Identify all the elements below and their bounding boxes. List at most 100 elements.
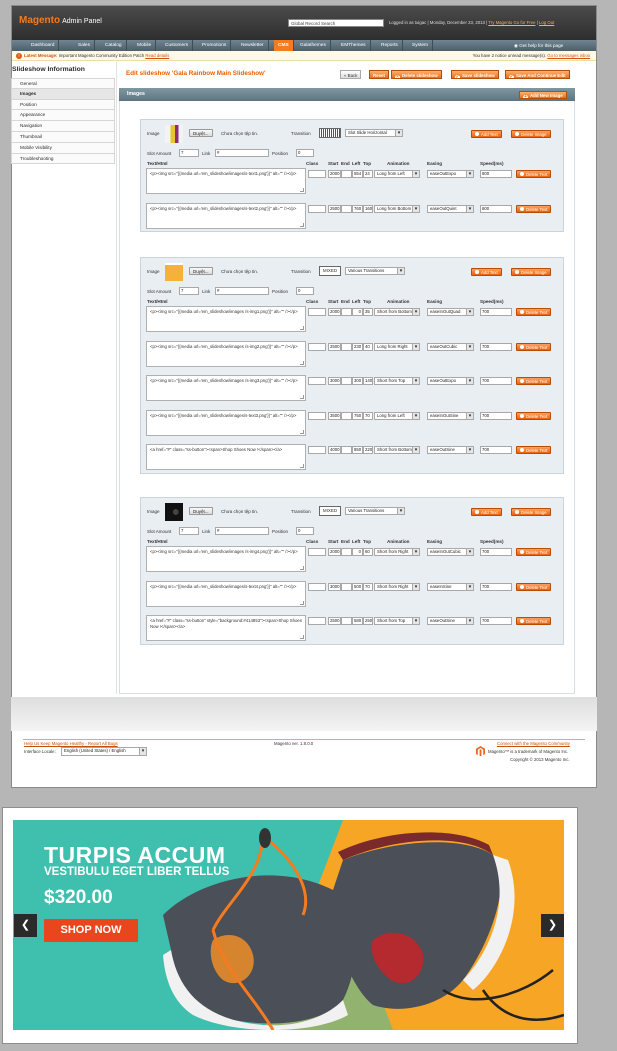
left-input[interactable]: 850 [352, 446, 363, 454]
end-input[interactable] [341, 582, 352, 591]
top-input[interactable]: 24 [363, 170, 373, 178]
text-html-input[interactable]: <p><img src="{{media url='em_slideshow/i… [146, 202, 306, 229]
nav-item[interactable]: EMThemes [337, 40, 371, 51]
delete-text-button[interactable]: Delete Text [516, 548, 552, 556]
transition-select[interactable]: Slot Slide Horizontal [345, 129, 403, 137]
sidebar-item[interactable]: Images [11, 88, 115, 100]
animation-select[interactable]: Short from Bottom [374, 308, 420, 316]
delete-image-button[interactable]: Delete Image [511, 130, 551, 138]
end-input[interactable] [341, 617, 352, 625]
class-input[interactable] [308, 204, 326, 213]
delete-text-button[interactable]: Delete Text [516, 446, 552, 454]
easing-select[interactable]: easeOutExpo [427, 170, 474, 178]
delete-text-button[interactable]: Delete Text [516, 582, 552, 591]
speed-input[interactable]: 700 [480, 411, 512, 420]
start-input[interactable]: 2500 [328, 617, 341, 625]
end-input[interactable] [341, 308, 352, 316]
top-input[interactable]: 70 [363, 582, 373, 591]
nav-item[interactable]: System [408, 40, 433, 51]
slot-amount-input[interactable]: 7 [179, 527, 199, 535]
start-input[interactable]: 2000 [328, 548, 341, 556]
slot-amount-input[interactable]: 7 [179, 149, 199, 157]
text-html-input[interactable]: <a href="#" class="ss-button"><span>Shop… [146, 444, 306, 470]
nav-item[interactable]: Reports [377, 40, 403, 51]
text-html-input[interactable]: <p><img src="{{media url='em_slideshow/i… [146, 306, 306, 332]
start-input[interactable]: 2500 [328, 342, 341, 351]
left-input[interactable]: 0 [352, 548, 363, 556]
animation-select[interactable]: Short from Bottom [374, 446, 420, 454]
left-input[interactable]: 0 [352, 308, 363, 316]
delete-image-button[interactable]: Delete Image [511, 268, 551, 276]
end-input[interactable] [341, 377, 352, 385]
nav-item[interactable]: Customers [161, 40, 194, 51]
help-link[interactable]: ◉ Get help for this page [514, 43, 563, 49]
link-input[interactable]: # [215, 287, 269, 295]
sidebar-item[interactable]: Navigation [11, 121, 115, 132]
easing-select[interactable]: easeInOutCubic [427, 548, 474, 556]
top-input[interactable]: 140 [363, 377, 373, 385]
nav-item[interactable]: Newsletter [237, 40, 269, 51]
end-input[interactable] [341, 411, 352, 420]
text-html-input[interactable]: <p><img src="{{media url='em_slideshow/i… [146, 546, 306, 572]
save-slideshow-button[interactable]: ✓ Save slideshow [451, 70, 499, 79]
end-input[interactable] [341, 204, 352, 213]
easing-select[interactable]: easeInOutQuad [427, 308, 474, 316]
delete-text-button[interactable]: Delete Text [516, 377, 552, 385]
try-magento-link[interactable]: Try Magento Go for Free [488, 20, 535, 25]
sidebar-item[interactable]: Appearance [11, 110, 115, 122]
shop-now-button[interactable]: SHOP NOW [44, 919, 138, 942]
nav-item[interactable]: Promotions [198, 40, 232, 51]
link-input[interactable]: # [215, 149, 269, 157]
save-continue-button[interactable]: ✓ Save And Continue Edit [505, 70, 570, 79]
animation-select[interactable]: Long from Right [374, 342, 420, 351]
top-input[interactable]: 220 [363, 446, 373, 454]
easing-select[interactable]: easeInOutSine [427, 411, 474, 420]
nav-item[interactable]: CMS [274, 40, 294, 51]
easing-select[interactable]: easeOutSine [427, 446, 474, 454]
delete-text-button[interactable]: Delete Text [516, 308, 552, 316]
transition-select[interactable]: Various Transitions [345, 267, 405, 275]
left-input[interactable]: 554 [352, 170, 363, 178]
speed-input[interactable]: 700 [480, 548, 512, 556]
animation-select[interactable]: Long from Left [374, 170, 420, 178]
text-html-input[interactable]: <p><img src="{{media url='em_slideshow/i… [146, 409, 306, 436]
sidebar-item[interactable]: Thumbnail [11, 131, 115, 143]
sidebar-item[interactable]: Mobile Visibility [11, 142, 115, 154]
easing-select[interactable]: easeOutExpo [427, 377, 474, 385]
start-input[interactable]: 3500 [328, 411, 341, 420]
text-html-input[interactable]: <p><img src="{{media url='em_slideshow/i… [146, 580, 306, 607]
reset-button[interactable]: Reset [369, 70, 389, 79]
animation-select[interactable]: Short from Right [374, 582, 420, 591]
left-input[interactable]: 760 [352, 204, 363, 213]
class-input[interactable] [308, 548, 326, 556]
speed-input[interactable]: 800 [480, 204, 512, 213]
delete-image-button[interactable]: Delete Image [511, 508, 551, 516]
nav-item[interactable]: Galathemes [296, 40, 331, 51]
community-link[interactable]: Connect with the Magento Community [497, 741, 570, 746]
top-input[interactable]: 60 [363, 548, 373, 556]
class-input[interactable] [308, 446, 326, 454]
animation-select[interactable]: Short from Right [374, 548, 420, 556]
logout-link[interactable]: Log Out [539, 20, 554, 25]
link-input[interactable]: # [215, 527, 269, 535]
add-text-button[interactable]: Add Text [471, 130, 502, 138]
class-input[interactable] [308, 617, 326, 625]
left-input[interactable]: 230 [352, 342, 363, 351]
end-input[interactable] [341, 342, 352, 351]
slot-amount-input[interactable]: 7 [179, 287, 199, 295]
easing-select[interactable]: easeOutSine [427, 617, 474, 625]
delete-slideshow-button[interactable]: × Delete slideshow [391, 70, 442, 79]
left-input[interactable]: 300 [352, 377, 363, 385]
top-input[interactable]: 35 [363, 308, 373, 316]
nav-item[interactable]: Sales [74, 40, 95, 51]
top-input[interactable]: 160 [363, 204, 373, 213]
browse-button[interactable]: Duyệt... [189, 507, 213, 515]
browse-button[interactable]: Duyệt... [189, 267, 213, 275]
class-input[interactable] [308, 582, 326, 591]
end-input[interactable] [341, 170, 352, 178]
messages-inbox-link[interactable]: Go to messages inbox [547, 53, 590, 58]
delete-text-button[interactable]: Delete Text [516, 617, 552, 625]
start-input[interactable]: 2500 [328, 204, 341, 213]
animation-select[interactable]: Short from Top [374, 377, 420, 385]
position-input[interactable]: 0 [296, 527, 314, 535]
